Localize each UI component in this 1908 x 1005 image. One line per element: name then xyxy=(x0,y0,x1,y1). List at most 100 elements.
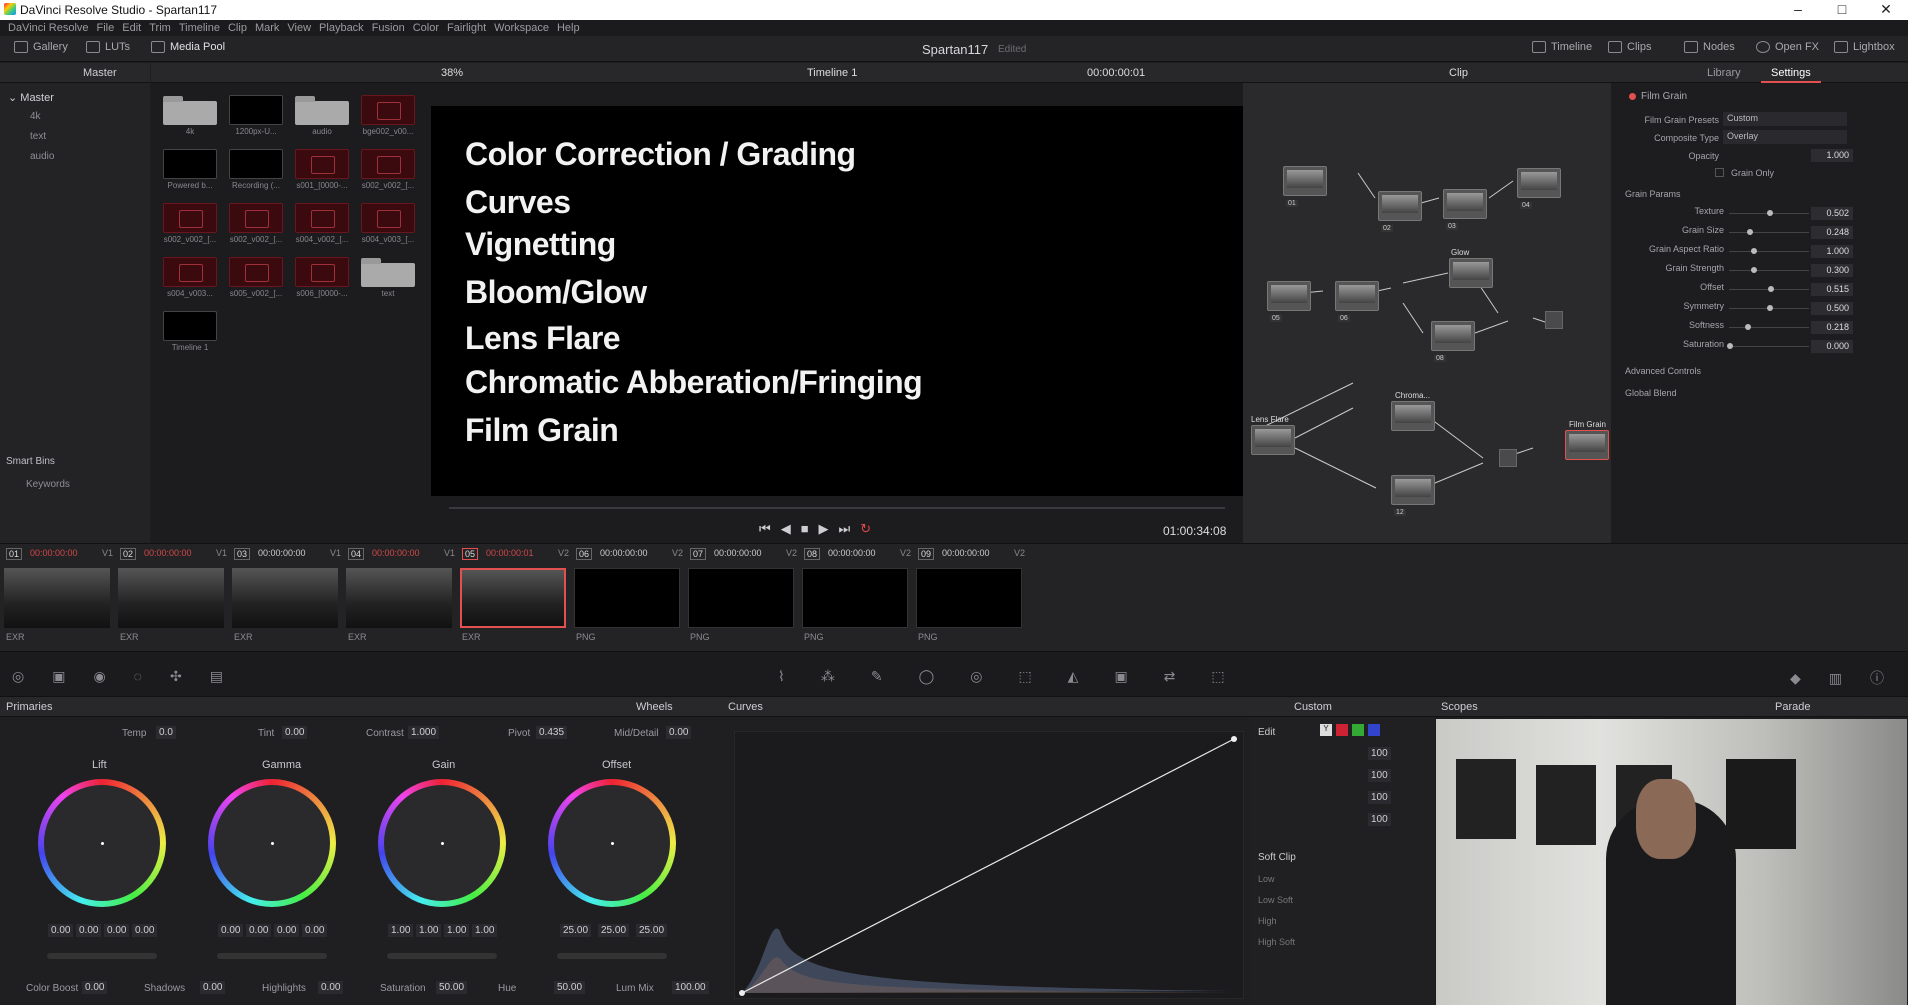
contrast-value[interactable]: 1.000 xyxy=(408,726,440,739)
param-slider-knob[interactable] xyxy=(1744,324,1751,330)
color-wheel[interactable] xyxy=(208,779,336,907)
wheel-value[interactable]: 0.00 xyxy=(274,924,300,937)
media-pool-button[interactable]: Media Pool xyxy=(151,41,225,53)
bin-master[interactable]: ⌄ Master xyxy=(8,91,54,104)
master-wheel-slider[interactable] xyxy=(387,953,497,959)
param-slider[interactable] xyxy=(1729,270,1809,271)
tab-library[interactable]: Library xyxy=(1707,67,1741,79)
lightbox-button[interactable]: Lightbox xyxy=(1834,41,1895,53)
close-button[interactable]: ✕ xyxy=(1864,0,1908,20)
media-clip[interactable]: s005_v002_[... xyxy=(229,257,283,301)
media-clip[interactable]: s006_[0000-... xyxy=(295,257,349,301)
wheel-value[interactable]: 25.00 xyxy=(636,924,668,937)
wheel-center-handle[interactable] xyxy=(101,842,104,845)
wheel-value[interactable]: 25.00 xyxy=(598,924,630,937)
media-clip[interactable]: s004_v002_[... xyxy=(295,203,349,247)
media-clip[interactable]: text xyxy=(361,257,415,301)
menu-item[interactable]: DaVinci Resolve xyxy=(8,22,89,34)
channel-r-button[interactable] xyxy=(1336,724,1348,736)
param-slider-knob[interactable] xyxy=(1751,267,1757,273)
menu-item[interactable]: Workspace xyxy=(494,22,549,34)
menu-item[interactable]: Mark xyxy=(255,22,279,34)
gallery-button[interactable]: Gallery xyxy=(14,41,68,53)
param-slider-knob[interactable] xyxy=(1727,343,1733,349)
wheel-value[interactable]: 1.00 xyxy=(444,924,470,937)
menu-item[interactable]: Fairlight xyxy=(447,22,486,34)
param-slider-knob[interactable] xyxy=(1767,305,1773,311)
node-filmgrain[interactable] xyxy=(1565,430,1609,460)
bottom-param-value[interactable]: 0.00 xyxy=(200,981,226,994)
right-palette-icons[interactable]: ◆▥ⓘ xyxy=(1790,668,1908,688)
menu-item[interactable]: View xyxy=(287,22,311,34)
node-06[interactable]: 06 xyxy=(1335,281,1379,322)
media-clip[interactable]: bge002_v00... xyxy=(361,95,415,139)
wheel-center-handle[interactable] xyxy=(271,842,274,845)
timeline-clip-thumbnail[interactable] xyxy=(118,568,224,628)
param-slider[interactable] xyxy=(1729,327,1809,328)
bin-item-audio[interactable]: audio xyxy=(30,151,54,162)
wheel-center-handle[interactable] xyxy=(441,842,444,845)
node-01[interactable]: 01 xyxy=(1283,166,1327,207)
param-value[interactable]: 0.500 xyxy=(1811,302,1853,315)
node-lensflare[interactable] xyxy=(1251,425,1295,455)
grain-params-section[interactable]: Grain Params xyxy=(1625,189,1681,199)
bottom-param-value[interactable]: 50.00 xyxy=(436,981,468,994)
timeline-selector[interactable]: Timeline 1 xyxy=(807,67,857,79)
master-wheel-slider[interactable] xyxy=(47,953,157,959)
zoom-level[interactable]: 38% xyxy=(441,67,463,79)
grain-only-checkbox[interactable] xyxy=(1715,168,1724,177)
scopes-mode-select[interactable]: Parade xyxy=(1775,701,1810,713)
node-04[interactable]: 04 xyxy=(1517,168,1561,209)
channel-g-button[interactable] xyxy=(1352,724,1364,736)
menu-item[interactable]: File xyxy=(97,22,115,34)
wheel-value[interactable]: 0.00 xyxy=(302,924,328,937)
param-slider[interactable] xyxy=(1729,232,1809,233)
color-wheel[interactable] xyxy=(378,779,506,907)
openfx-button[interactable]: Open FX xyxy=(1756,41,1819,53)
menu-item[interactable]: Fusion xyxy=(372,22,405,34)
composite-select[interactable]: Overlay xyxy=(1723,130,1847,144)
param-slider[interactable] xyxy=(1729,251,1809,252)
curve-graph[interactable] xyxy=(734,731,1244,999)
color-wheel[interactable] xyxy=(38,779,166,907)
param-slider[interactable] xyxy=(1729,346,1809,347)
tint-value[interactable]: 0.00 xyxy=(282,726,308,739)
media-clip[interactable]: 4k xyxy=(163,95,217,139)
node-05[interactable]: 05 xyxy=(1267,281,1311,322)
media-clip[interactable]: s002_v002_[... xyxy=(229,203,283,247)
presets-select[interactable]: Custom xyxy=(1723,112,1847,126)
param-value[interactable]: 0.218 xyxy=(1811,321,1853,334)
master-wheel-slider[interactable] xyxy=(557,953,667,959)
channel-y-button[interactable]: Y xyxy=(1320,724,1332,736)
node-08[interactable]: 08 xyxy=(1431,321,1475,362)
timeline-clip-thumbnail[interactable] xyxy=(4,568,110,628)
wheel-value[interactable]: 0.00 xyxy=(218,924,244,937)
media-clip[interactable]: s002_v002_[... xyxy=(361,149,415,193)
edit-y-value[interactable]: 100 xyxy=(1368,747,1391,760)
layer-mixer-node[interactable] xyxy=(1545,311,1563,329)
bottom-param-value[interactable]: 0.00 xyxy=(318,981,344,994)
center-palette-icons[interactable]: ⌇⁂✎◯◎⬚◭▣⇄⬚ xyxy=(778,668,1261,685)
tab-settings[interactable]: Settings xyxy=(1771,67,1811,79)
bin-item-text[interactable]: text xyxy=(30,131,46,142)
wheel-value[interactable]: 0.00 xyxy=(76,924,102,937)
channel-b-button[interactable] xyxy=(1368,724,1380,736)
wheel-value[interactable]: 0.00 xyxy=(48,924,74,937)
master-wheel-slider[interactable] xyxy=(217,953,327,959)
media-clip[interactable]: s004_v003... xyxy=(163,257,217,301)
wheel-value[interactable]: 25.00 xyxy=(560,924,592,937)
pivot-value[interactable]: 0.435 xyxy=(536,726,568,739)
timeline-clip-thumbnail[interactable] xyxy=(688,568,794,628)
media-clip[interactable]: s001_[0000-... xyxy=(295,149,349,193)
param-slider-knob[interactable] xyxy=(1767,210,1773,216)
wheel-center-handle[interactable] xyxy=(611,842,614,845)
clips-button[interactable]: Clips xyxy=(1608,41,1651,53)
timeline-clip-thumbnail[interactable] xyxy=(232,568,338,628)
bin-item-4k[interactable]: 4k xyxy=(30,111,41,122)
nodes-button[interactable]: Nodes xyxy=(1684,41,1735,53)
node-glow[interactable] xyxy=(1449,258,1493,288)
timeline-clip-thumbnail[interactable] xyxy=(802,568,908,628)
node-02[interactable]: 02 xyxy=(1378,191,1422,232)
menu-item[interactable]: Timeline xyxy=(179,22,220,34)
wheel-value[interactable]: 1.00 xyxy=(416,924,442,937)
